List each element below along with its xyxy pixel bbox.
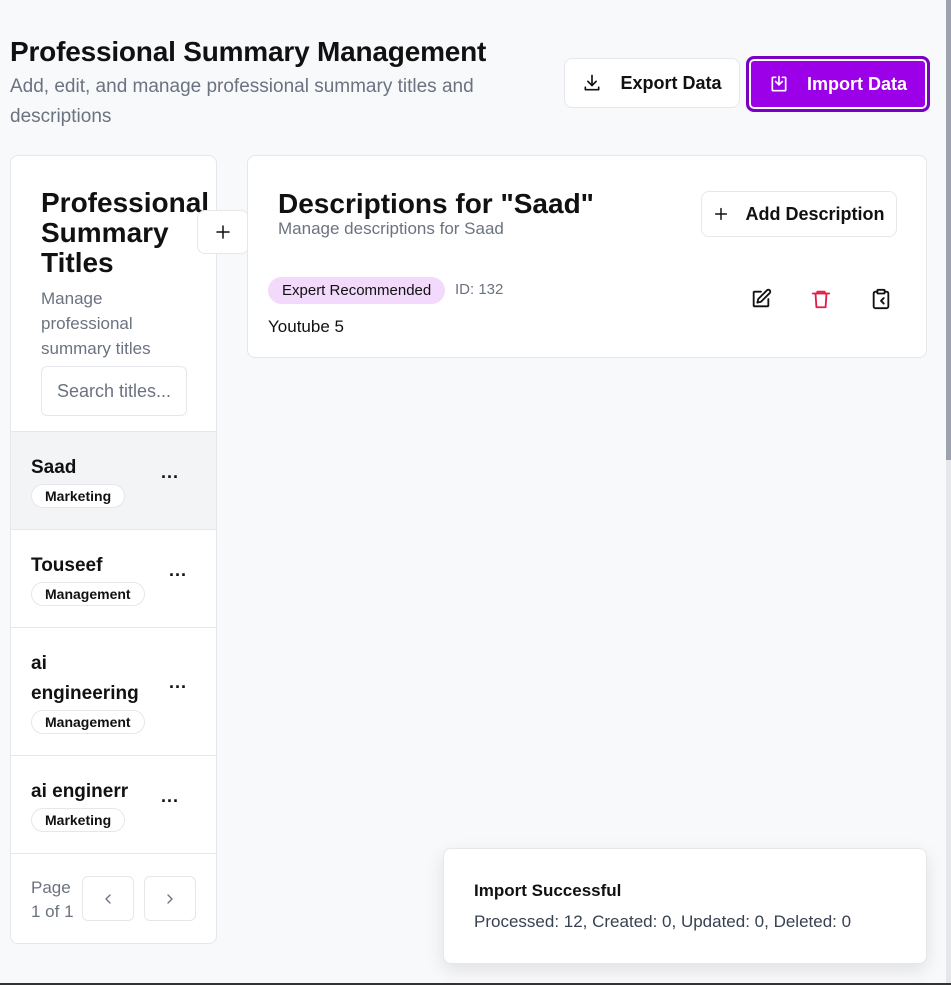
export-data-button[interactable]: Export Data <box>564 58 740 108</box>
descriptions-subtitle: Manage descriptions for Saad <box>278 219 504 238</box>
delete-icon[interactable] <box>810 288 832 310</box>
prev-page-button[interactable] <box>82 876 134 921</box>
title-name: ai enginerr <box>31 781 129 802</box>
page-title: Professional Summary Management <box>10 36 487 67</box>
category-tag: Management <box>31 710 145 734</box>
download-icon <box>584 74 600 91</box>
category-tag: Marketing <box>31 808 126 832</box>
import-icon <box>771 75 787 92</box>
scrollbar-track[interactable] <box>946 0 951 985</box>
title-item-saad[interactable]: Saad Marketing ... <box>11 431 216 529</box>
title-name: ai engineering <box>31 653 139 704</box>
category-tag: Marketing <box>31 484 126 508</box>
title-name: Saad <box>31 457 77 478</box>
description-id: ID: 132 <box>455 281 504 298</box>
sidebar-description: Manage professional summary titles <box>41 289 151 358</box>
add-description-label: Add Description <box>745 203 885 224</box>
chevron-left-icon <box>105 893 111 904</box>
chevron-right-icon <box>167 893 173 904</box>
plus-icon <box>715 207 728 221</box>
toast-title: Import Successful <box>474 881 622 900</box>
export-data-label: Export Data <box>620 72 722 93</box>
add-title-button[interactable] <box>197 210 249 254</box>
scrollbar-thumb[interactable] <box>946 0 951 460</box>
page-header: Professional Summary Management Add, edi… <box>10 34 550 132</box>
title-item-ai-engineering[interactable]: ai engineering Management ... <box>11 627 216 755</box>
import-success-toast: Import Successful Processed: 12, Created… <box>443 848 927 964</box>
more-options-button[interactable]: ... <box>161 462 179 483</box>
title-item-touseef[interactable]: Touseef Management ... <box>11 529 216 627</box>
category-tag: Management <box>31 582 145 606</box>
description-text: Youtube 5 <box>268 317 344 336</box>
add-description-button[interactable]: Add Description <box>701 191 897 237</box>
title-item-ai-enginerr[interactable]: ai enginerr Marketing ... <box>11 755 216 853</box>
search-titles-input[interactable] <box>41 366 187 416</box>
more-options-button[interactable]: ... <box>161 786 179 807</box>
page-indicator: Page 1 of 1 <box>31 878 74 921</box>
expert-recommended-badge: Expert Recommended <box>268 277 446 304</box>
title-name: Touseef <box>31 555 103 576</box>
page-subtitle: Add, edit, and manage professional summa… <box>10 76 474 127</box>
descriptions-title: Descriptions for "Saad" <box>278 188 594 219</box>
copy-to-clipboard-icon[interactable] <box>870 288 892 310</box>
titles-sidebar: Professional Summary Titles Manage profe… <box>10 155 217 944</box>
plus-icon <box>216 225 230 239</box>
next-page-button[interactable] <box>144 876 196 921</box>
import-data-label: Import Data <box>806 73 907 94</box>
toast-message: Processed: 12, Created: 0, Updated: 0, D… <box>474 912 852 931</box>
edit-icon[interactable] <box>750 288 772 310</box>
descriptions-panel: Descriptions for "Saad" Manage descripti… <box>247 155 927 358</box>
more-options-button[interactable]: ... <box>169 560 187 581</box>
sidebar-title: Professional Summary Titles <box>41 187 210 278</box>
more-options-button[interactable]: ... <box>169 672 187 693</box>
import-data-button[interactable]: Import Data <box>746 56 930 112</box>
